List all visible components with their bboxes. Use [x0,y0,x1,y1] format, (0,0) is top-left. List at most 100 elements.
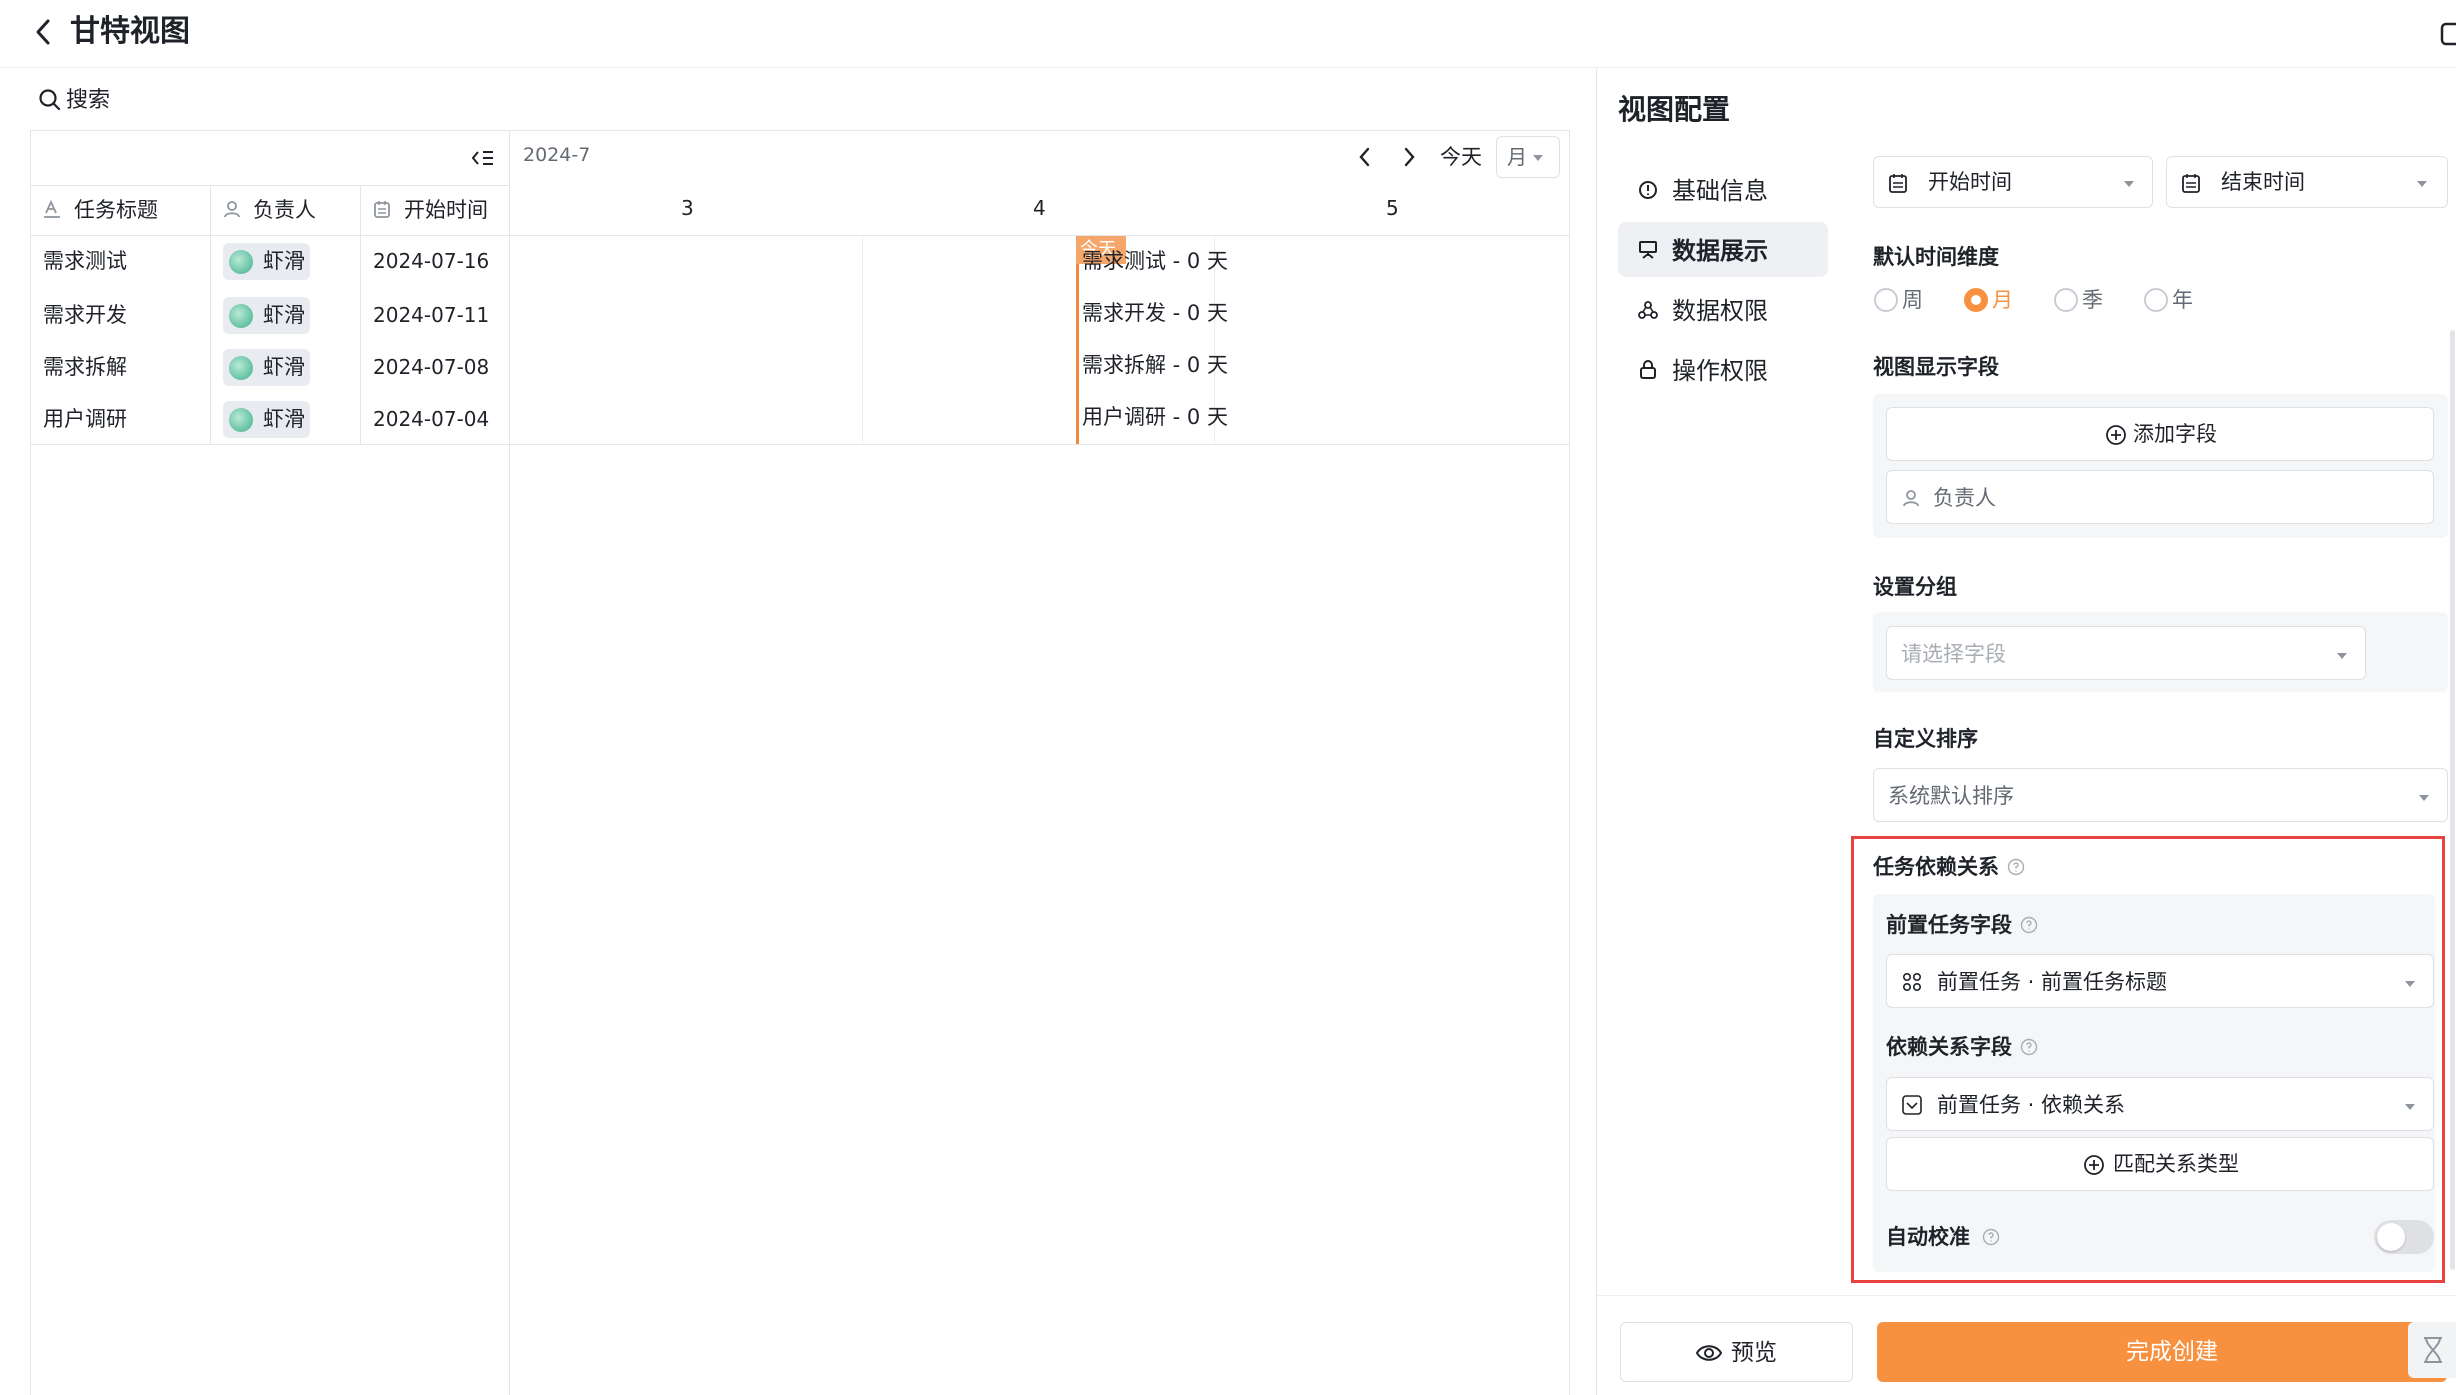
chevron-down-icon [2124,181,2134,187]
day-label: 4 [1033,196,1046,220]
presentation-icon [1639,241,1657,259]
search-icon[interactable] [38,88,62,112]
search-input[interactable]: 搜索 [66,86,110,116]
config-title: 视图配置 [1618,93,1731,126]
create-label: 完成创建 [2126,1339,2218,1365]
rows-bottom-divider [31,444,1570,445]
chevron-down-icon [1533,155,1543,161]
display-field-item[interactable]: 负责人 [1886,470,2434,524]
page-title: 甘特视图 [70,14,190,49]
dependency-label: 任务依赖关系 [1873,855,1999,879]
gantt-bar-label[interactable]: 用户调研 - 0 天 [1082,402,1228,432]
gantt-bar-label[interactable]: 需求测试 - 0 天 [1082,246,1228,276]
chevron-down-icon [2417,181,2427,187]
pre-task-select[interactable]: 前置任务 · 前置任务标题 [1886,954,2434,1008]
chevron-down-icon [2419,795,2429,801]
time-dimension-label: 默认时间维度 [1873,245,1999,269]
gantt-bar-label[interactable]: 需求开发 - 0 天 [1082,298,1228,328]
task-title[interactable]: 需求测试 [43,246,127,276]
hourglass-widget[interactable] [2408,1322,2456,1378]
table-row[interactable]: 需求测试 虾滑 2024-07-16 [31,236,509,288]
avatar [229,356,253,380]
day-divider [862,236,863,444]
today-button[interactable]: 今天 [1440,142,1482,172]
start-date: 2024-07-11 [373,303,490,327]
radio-week[interactable] [1874,288,1898,312]
preview-label: 预览 [1731,1340,1777,1366]
table-row[interactable]: 用户调研 虾滑 2024-07-04 [31,392,509,444]
radio-month[interactable] [1964,288,1988,312]
back-arrow-icon[interactable] [34,18,54,46]
group-placeholder: 请选择字段 [1901,642,2006,666]
chevron-down-icon [2337,653,2347,659]
scale-select[interactable]: 月 [1496,136,1560,178]
gantt-month-label: 2024-7 [523,144,591,166]
info-icon [1639,181,1657,199]
match-relation-label: 匹配关系类型 [2113,1152,2239,1176]
relation-label: 依赖关系字段 [1886,1035,2012,1059]
menu-item-operation-permission[interactable]: 操作权限 [1672,354,1768,388]
start-time-select[interactable]: 开始时间 [1873,156,2153,208]
gantt-bar-label[interactable]: 需求拆解 - 0 天 [1082,350,1228,380]
end-time-select[interactable]: 结束时间 [2166,156,2448,208]
calendar-icon [1889,174,1907,193]
auto-calibrate-toggle[interactable] [2374,1220,2434,1254]
sort-value: 系统默认排序 [1888,784,2014,808]
relation-value: 前置任务 · 依赖关系 [1937,1093,2126,1117]
match-relation-button[interactable]: 匹配关系类型 [1886,1137,2434,1191]
help-icon[interactable] [1982,1228,2000,1246]
table-row[interactable]: 需求开发 虾滑 2024-07-11 [31,288,509,340]
menu-item-data-permission[interactable]: 数据权限 [1672,294,1768,328]
menu-item-basic-info[interactable]: 基础信息 [1672,174,1768,208]
group-label: 设置分组 [1873,575,1957,599]
task-title[interactable]: 用户调研 [43,404,127,434]
collapse-columns-icon[interactable] [471,148,495,168]
group-select[interactable]: 请选择字段 [1886,626,2366,680]
sort-label: 自定义排序 [1873,727,1978,751]
day-label: 5 [1386,196,1399,220]
external-link-icon[interactable] [2440,16,2456,50]
chevron-down-icon [2405,1104,2415,1110]
chevron-left-icon[interactable] [1357,145,1373,169]
person-icon [1903,490,1919,507]
toggle-knob [2377,1223,2405,1251]
column-header-start[interactable]: 开始时间 [404,195,488,225]
single-select-icon [1902,1095,1922,1115]
start-date: 2024-07-04 [373,407,490,431]
create-button[interactable]: 完成创建 [1877,1322,2447,1382]
column-header-owner[interactable]: 负责人 [253,195,316,225]
hourglass-icon [2424,1337,2442,1363]
sort-select[interactable]: 系统默认排序 [1873,768,2448,822]
radio-quarter[interactable] [2054,288,2078,312]
start-date: 2024-07-08 [373,355,490,379]
radio-quarter-label: 季 [2082,288,2103,312]
owner-name: 虾滑 [263,303,305,327]
today-line [1076,236,1079,444]
end-time-value: 结束时间 [2221,170,2305,194]
config-scrollbar[interactable] [2450,330,2455,1270]
task-title[interactable]: 需求拆解 [43,352,127,382]
task-title[interactable]: 需求开发 [43,300,127,330]
help-icon[interactable] [2020,916,2038,934]
avatar [229,408,253,432]
radio-year[interactable] [2144,288,2168,312]
radio-year-label: 年 [2172,288,2193,312]
add-field-button[interactable]: 添加字段 [1886,407,2434,461]
help-icon[interactable] [2020,1038,2038,1056]
lock-icon [1640,360,1656,379]
pre-task-label: 前置任务字段 [1886,913,2012,937]
help-icon[interactable] [2007,858,2025,876]
eye-icon [1695,1345,1723,1361]
day-label: 3 [681,196,694,220]
preview-button[interactable]: 预览 [1620,1322,1853,1382]
table-row[interactable]: 需求拆解 虾滑 2024-07-08 [31,340,509,392]
relation-select[interactable]: 前置任务 · 依赖关系 [1886,1077,2434,1131]
owner-name: 虾滑 [263,355,305,379]
header-divider-top [31,185,509,186]
radio-week-label: 周 [1902,288,1923,312]
chevron-right-icon[interactable] [1401,145,1417,169]
menu-item-data-display[interactable]: 数据展示 [1672,234,1768,268]
column-header-title[interactable]: 任务标题 [74,195,158,225]
calendar-icon [2182,174,2200,193]
data-permission-icon [1638,301,1658,319]
